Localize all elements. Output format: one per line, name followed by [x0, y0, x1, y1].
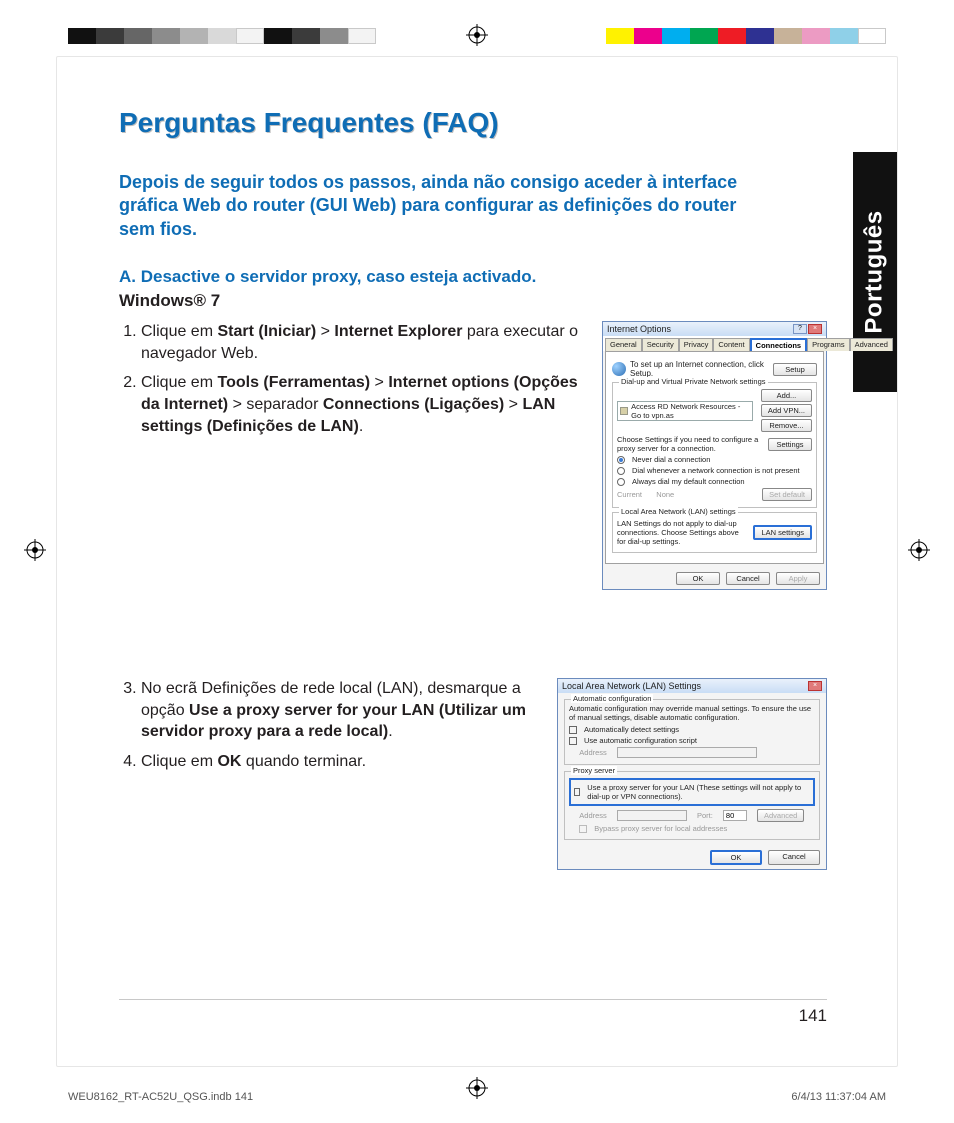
dial-when-radio[interactable]	[617, 467, 625, 475]
close-icon[interactable]: ×	[808, 681, 822, 691]
tab-privacy[interactable]: Privacy	[679, 338, 714, 351]
help-icon[interactable]: ?	[793, 324, 807, 334]
intro-text: Depois de seguir todos os passos, ainda …	[119, 171, 739, 241]
tab-programs[interactable]: Programs	[807, 338, 850, 351]
registration-mark-icon	[908, 539, 930, 561]
page-frame: Português Perguntas Frequentes (FAQ) Dep…	[56, 56, 898, 1067]
section-a-heading: A. Desactive o servidor proxy, caso este…	[119, 267, 827, 287]
print-footer-filename: WEU8162_RT-AC52U_QSG.indb 141	[68, 1091, 253, 1103]
dialog-title: Local Area Network (LAN) Settings	[562, 681, 701, 691]
set-default-button[interactable]: Set default	[762, 488, 812, 501]
print-footer-timestamp: 6/4/13 11:37:04 AM	[791, 1091, 886, 1103]
cancel-button[interactable]: Cancel	[726, 572, 770, 585]
advanced-button[interactable]: Advanced	[757, 809, 804, 822]
step-3: No ecrã Definições de rede local (LAN), …	[141, 678, 543, 743]
bypass-checkbox	[579, 825, 587, 833]
apply-button[interactable]: Apply	[776, 572, 820, 585]
proxy-highlight: Use a proxy server for your LAN (These s…	[569, 778, 815, 806]
page-title: Perguntas Frequentes (FAQ)	[119, 107, 827, 139]
cancel-button[interactable]: Cancel	[768, 850, 820, 865]
print-footer: WEU8162_RT-AC52U_QSG.indb 141 6/4/13 11:…	[68, 1091, 886, 1103]
page-content: Perguntas Frequentes (FAQ) Depois de seg…	[119, 107, 827, 988]
tab-security[interactable]: Security	[642, 338, 679, 351]
page-number: 141	[799, 1006, 827, 1026]
step-1: Clique em Start (Iniciar) > Internet Exp…	[141, 321, 588, 364]
always-dial-radio[interactable]	[617, 478, 625, 486]
language-tab: Português	[853, 152, 897, 392]
auto-detect-checkbox[interactable]	[569, 726, 577, 734]
globe-icon	[612, 362, 626, 376]
auto-address-field	[617, 747, 757, 758]
lan-settings-dialog: Local Area Network (LAN) Settings × Auto…	[557, 678, 827, 870]
dialog-title: Internet Options	[607, 324, 671, 334]
network-icon	[620, 407, 628, 415]
grayscale-swatches	[68, 28, 376, 44]
footer-rule	[119, 999, 827, 1000]
lan-settings-button[interactable]: LAN settings	[753, 525, 812, 540]
never-dial-radio[interactable]	[617, 456, 625, 464]
tab-connections[interactable]: Connections	[750, 338, 807, 351]
ok-button[interactable]: OK	[676, 572, 720, 585]
os-subheading: Windows® 7	[119, 291, 827, 311]
add-button[interactable]: Add...	[761, 389, 812, 402]
color-swatches	[606, 28, 886, 44]
proxy-group: Proxy server Use a proxy server for your…	[564, 771, 820, 840]
proxy-address-field	[617, 810, 687, 821]
proxy-port-field[interactable]	[723, 810, 747, 821]
language-tab-label: Português	[861, 210, 889, 333]
registration-mark-icon	[466, 24, 488, 46]
remove-button[interactable]: Remove...	[761, 419, 812, 432]
close-icon[interactable]: ×	[808, 324, 822, 334]
setup-button[interactable]: Setup	[773, 363, 817, 376]
settings-button[interactable]: Settings	[768, 438, 812, 451]
use-proxy-checkbox[interactable]	[574, 788, 580, 796]
add-vpn-button[interactable]: Add VPN...	[761, 404, 812, 417]
internet-options-dialog: Internet Options ? × General Security Pr…	[602, 321, 827, 590]
tab-content[interactable]: Content	[713, 338, 749, 351]
registration-mark-icon	[24, 539, 46, 561]
lan-group: Local Area Network (LAN) settings LAN Se…	[612, 512, 817, 553]
tab-advanced[interactable]: Advanced	[850, 338, 893, 351]
ok-button[interactable]: OK	[710, 850, 762, 865]
vpn-group: Dial-up and Virtual Private Network sett…	[612, 382, 817, 508]
step-2: Clique em Tools (Ferramentas) > Internet…	[141, 372, 588, 437]
auto-config-group: Automatic configuration Automatic config…	[564, 699, 820, 765]
vpn-listbox[interactable]: Access RD Network Resources - Go to vpn.…	[617, 401, 753, 421]
step-4: Clique em OK quando terminar.	[141, 751, 543, 773]
tab-general[interactable]: General	[605, 338, 642, 351]
auto-script-checkbox[interactable]	[569, 737, 577, 745]
